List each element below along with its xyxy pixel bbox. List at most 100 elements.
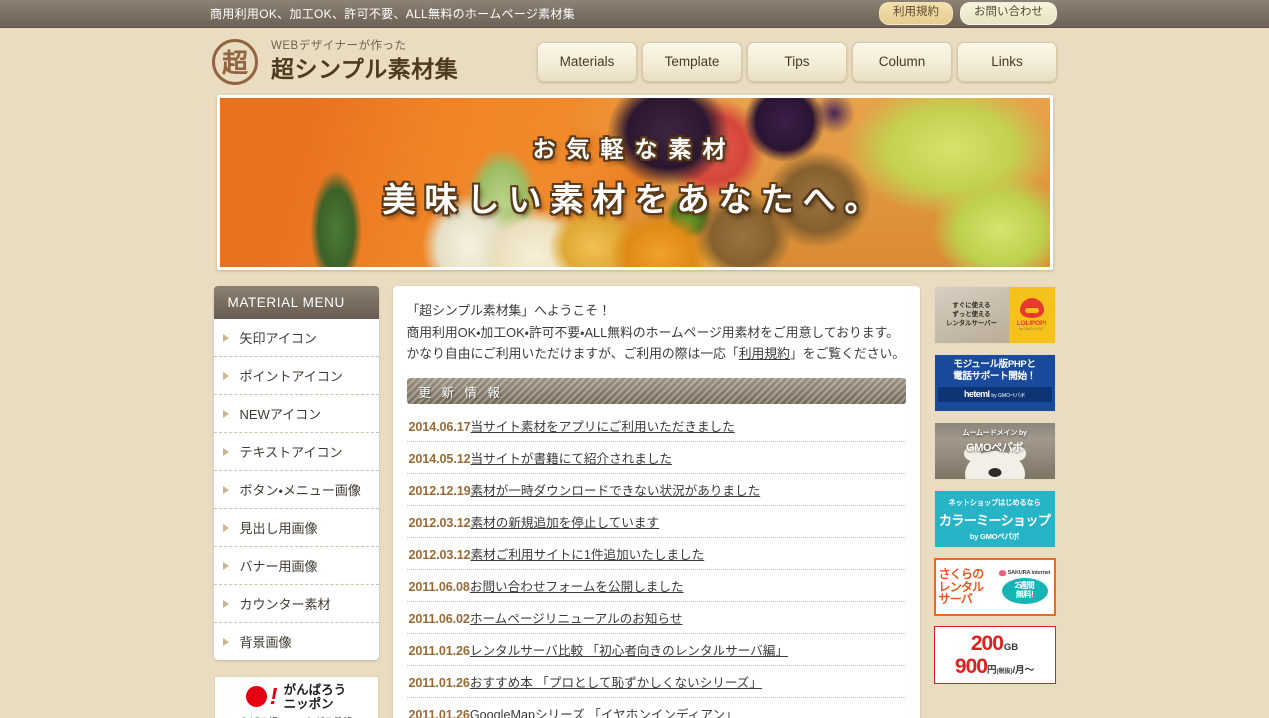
- table-row[interactable]: 2014.05.12 当サイトが書籍にて紹介されました: [406, 442, 906, 475]
- news-title[interactable]: レンタルサーバ比較 「初心者向きのレンタルサーバ編」: [470, 640, 788, 659]
- news-title[interactable]: おすすめ本 「プロとして恥ずかしくないシリーズ」: [470, 672, 762, 691]
- table-row[interactable]: 2011.06.08 お問い合わせフォームを公開しました: [406, 570, 906, 603]
- heteml-line-2: 電話サポート開始！: [953, 370, 1036, 382]
- colorme-line-1: ネットショップはじめるなら: [948, 497, 1041, 507]
- lolipop-brand-sub: by GMOペパボ: [1019, 327, 1044, 331]
- nav-item-template[interactable]: Template: [642, 41, 742, 82]
- price-tax-note: (税抜): [996, 669, 1013, 675]
- news-title[interactable]: お問い合わせフォームを公開しました: [470, 576, 684, 595]
- lolipop-logo: LOLIPOP! by GMOペパボ: [1008, 287, 1055, 343]
- ad-banner-price[interactable]: 200 GB 900 円 (税抜) /月〜: [933, 626, 1056, 684]
- ad-banner-lolipop[interactable]: すぐに使える ずっと使える レンタルサーバー LOLIPOP! by GMOペパ…: [933, 286, 1056, 344]
- sidebar-item-banner-images[interactable]: バナー用画像: [213, 547, 379, 585]
- lolipop-mark-icon: [1019, 298, 1044, 318]
- heteml-brand-name: heteml: [964, 388, 990, 399]
- japan-flag-dot-icon: [245, 686, 267, 707]
- sidebar-item-new-icons[interactable]: NEWアイコン: [213, 395, 379, 433]
- price-period: /月〜: [1012, 665, 1035, 676]
- lolipop-brand: LOLIPOP!: [1016, 320, 1047, 327]
- terms-button[interactable]: 利用規約: [879, 2, 953, 25]
- price-capacity-row: 200 GB: [971, 633, 1018, 654]
- sidebar-item-counter-materials[interactable]: カウンター素材: [213, 585, 379, 623]
- price-currency: 円: [986, 665, 997, 676]
- heteml-brand: heteml by GMOペパボ: [937, 386, 1052, 402]
- terms-inline-link[interactable]: 利用規約: [739, 346, 790, 361]
- table-row[interactable]: 2011.01.26 レンタルサーバ比較 「初心者向きのレンタルサーバ編」: [406, 634, 906, 667]
- news-title[interactable]: 素材ご利用サイトに1件追加いたしました: [471, 544, 705, 563]
- news-title[interactable]: 当サイト素材をアプリにご利用いただきました: [471, 416, 735, 435]
- site-header: 超 WEBデザイナーが作った 超シンプル素材集 Materials Templa…: [0, 28, 1269, 95]
- stamp-icon: 超: [212, 38, 258, 85]
- news-section-heading: 更 新 情 報: [407, 378, 906, 405]
- nav-item-materials[interactable]: Materials: [537, 41, 637, 82]
- sidebar-item-heading-images[interactable]: 見出し用画像: [213, 509, 379, 547]
- site-logo[interactable]: 超 WEBデザイナーが作った 超シンプル素材集: [212, 38, 458, 85]
- news-date: 2012.12.19: [408, 484, 471, 499]
- news-date: 2011.06.02: [408, 612, 470, 627]
- ganbaro-line-1: がんばろう: [283, 682, 347, 697]
- table-row[interactable]: 2012.03.12 素材の新規追加を停止しています: [406, 506, 906, 539]
- sidebar-item-background-images[interactable]: 背景画像: [214, 623, 379, 660]
- price-capacity-value: 200: [970, 632, 1004, 655]
- sakura-copy: さくらの レンタル サーバ: [939, 562, 999, 612]
- nav-item-column[interactable]: Column: [852, 41, 952, 82]
- ganbaro-line-2: ニッポン: [283, 696, 334, 711]
- contact-button[interactable]: お問い合わせ: [960, 2, 1057, 25]
- main-content: 「超シンプル素材集」へようこそ！ 商用利用OK・加工OK・許可不要・ALL無料の…: [392, 286, 920, 718]
- news-title[interactable]: ホームページリニューアルのお知らせ: [470, 608, 683, 627]
- news-date: 2014.06.17: [408, 420, 471, 435]
- welcome-text-b: 」をご覧ください。: [789, 345, 906, 361]
- nav-item-links[interactable]: Links: [957, 41, 1057, 82]
- hero-banner: お気軽な素材 美味しい素材をあなたへ。: [216, 95, 1053, 270]
- sidebar-item-button-menu-images[interactable]: ボタン・メニュー画像: [213, 471, 379, 509]
- news-list: 2014.06.17 当サイト素材をアプリにご利用いただきました 2014.05…: [406, 410, 906, 718]
- ad-banner-colorme-shop[interactable]: ネットショップはじめるなら カラーミーショップ by GMOペパボ: [933, 490, 1056, 548]
- table-row[interactable]: 2011.01.26 おすすめ本 「プロとして恥ずかしくないシリーズ」: [406, 666, 906, 699]
- sidebar-item-arrow-icons[interactable]: 矢印アイコン: [213, 319, 379, 357]
- table-row[interactable]: 2011.01.26 GoogleMapシリーズ 「イヤホンインディアン」: [407, 698, 906, 718]
- news-title[interactable]: 素材が一時ダウンロードできない状況がありました: [471, 480, 761, 499]
- muumuu-line-1: ムームードメイン by: [962, 428, 1027, 437]
- ad-banner-heteml[interactable]: モジュール版PHPと 電話サポート開始！ heteml by GMOペパボ: [933, 354, 1056, 412]
- news-date: 2014.05.12: [408, 452, 471, 467]
- hero-text: お気軽な素材 美味しい素材をあなたへ。: [220, 130, 1050, 221]
- table-row[interactable]: 2012.12.19 素材が一時ダウンロードできない状況がありました: [406, 474, 906, 507]
- top-utility-buttons: 利用規約 お問い合わせ: [879, 2, 1057, 25]
- news-title[interactable]: GoogleMapシリーズ 「イヤホンインディアン」: [470, 704, 738, 718]
- right-sidebar: すぐに使える ずっと使える レンタルサーバー LOLIPOP! by GMOペパ…: [933, 286, 1056, 694]
- polar-bear-icon: [963, 446, 1026, 479]
- sidebar-item-point-icons[interactable]: ポイントアイコン: [213, 357, 379, 395]
- news-date: 2011.01.26: [408, 676, 470, 691]
- welcome-heading: 「超シンプル素材集」へようこそ！: [406, 303, 611, 318]
- ad-banner-sakura-server[interactable]: さくらの レンタル サーバ SAKURA internet 2週間 無料!: [933, 558, 1056, 616]
- sakura-petal-icon: [998, 570, 1006, 576]
- muumuu-line-2: GMOペパボ: [966, 442, 1023, 454]
- material-menu: MATERIAL MENU 矢印アイコン ポイントアイコン NEWアイコン テキ…: [213, 286, 379, 660]
- price-amount-row: 900 円 (税抜) /月〜: [955, 656, 1034, 677]
- sidebar-item-text-icons[interactable]: テキストアイコン: [213, 433, 379, 471]
- hero-line-2: 美味しい素材をあなたへ。: [382, 180, 887, 219]
- main-layout: MATERIAL MENU 矢印アイコン ポイントアイコン NEWアイコン テキ…: [213, 286, 1056, 718]
- table-row[interactable]: 2012.03.12 素材ご利用サイトに1件追加いたしました: [406, 538, 906, 571]
- main-navigation: Materials Template Tips Column Links: [537, 41, 1057, 82]
- lolipop-line-2: ずっと使える: [952, 311, 991, 318]
- sakura-line-3: サーバ: [938, 592, 973, 607]
- left-sidebar: MATERIAL MENU 矢印アイコン ポイントアイコン NEWアイコン テキ…: [213, 286, 379, 718]
- ad-banner-muumuu-domain[interactable]: ムームードメイン by GMOペパボ: [933, 422, 1056, 480]
- ganbaro-row: ! がんばろう ニッポン: [245, 682, 347, 711]
- brand-text: WEBデザイナーが作った 超シンプル素材集: [271, 40, 458, 83]
- news-date: 2011.01.26: [408, 644, 470, 659]
- heteml-brand-sub: by GMOペパボ: [991, 392, 1025, 399]
- sakura-badge-line-2: 無料!: [1015, 590, 1034, 599]
- news-title[interactable]: 素材の新規追加を停止しています: [471, 512, 660, 531]
- sakura-line-1: さくらの: [938, 566, 985, 581]
- table-row[interactable]: 2011.06.02 ホームページリニューアルのお知らせ: [406, 602, 906, 635]
- lolipop-copy: すぐに使える ずっと使える レンタルサーバー: [934, 287, 1009, 343]
- table-row[interactable]: 2014.06.17 当サイト素材をアプリにご利用いただきました: [406, 410, 906, 443]
- news-title[interactable]: 当サイトが書籍にて紹介されました: [471, 448, 673, 467]
- ganbaro-subtitle: つなげる想い、つながる希望。: [231, 714, 361, 718]
- ganbaro-nippon-banner[interactable]: ! がんばろう ニッポン つなげる想い、つながる希望。: [213, 676, 379, 718]
- news-date: 2012.03.12: [408, 548, 471, 563]
- nav-item-tips[interactable]: Tips: [747, 41, 847, 82]
- price-capacity-unit: GB: [1003, 642, 1019, 653]
